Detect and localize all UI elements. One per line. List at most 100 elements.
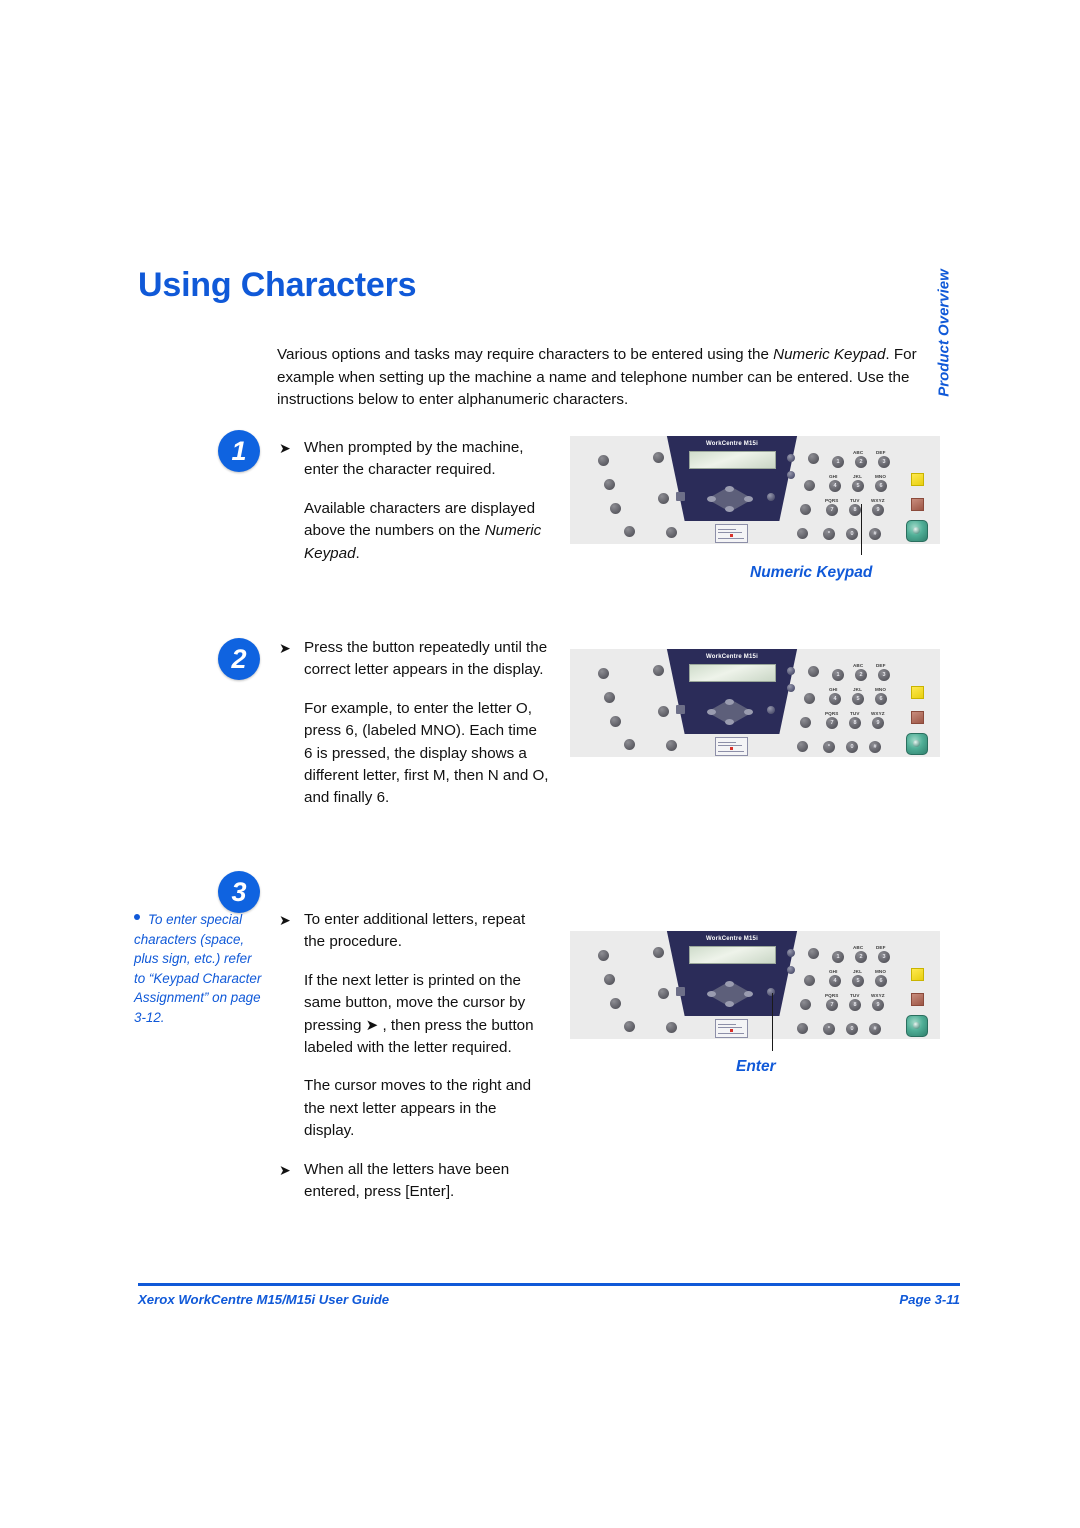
- navpad-down-icon[interactable]: [725, 506, 734, 512]
- key-star[interactable]: *: [823, 528, 835, 540]
- left-button-2[interactable]: [604, 692, 615, 703]
- key-5[interactable]: 5: [852, 693, 864, 705]
- navpad-left-icon[interactable]: [707, 991, 716, 997]
- left-button-2[interactable]: [604, 974, 615, 985]
- enter-button-1[interactable]: [767, 493, 775, 501]
- right-button-2[interactable]: [804, 975, 815, 986]
- enter-button-2[interactable]: [767, 706, 775, 714]
- yellow-clear-button-3[interactable]: [911, 968, 924, 981]
- key-3[interactable]: 3: [878, 456, 890, 468]
- yellow-clear-button-1[interactable]: [911, 473, 924, 486]
- green-start-button-3[interactable]: [906, 1015, 928, 1037]
- key-7[interactable]: 7: [826, 717, 838, 729]
- key-7[interactable]: 7: [826, 504, 838, 516]
- navigation-pad-3[interactable]: [707, 981, 753, 1007]
- key-9[interactable]: 9: [872, 999, 884, 1011]
- key-8[interactable]: 8: [849, 717, 861, 729]
- key-0[interactable]: 0: [846, 1023, 858, 1035]
- left-button-1[interactable]: [598, 668, 609, 679]
- navigation-pad-2[interactable]: [707, 699, 753, 725]
- left-button-7[interactable]: [666, 527, 677, 538]
- navpad-down-icon[interactable]: [725, 1001, 734, 1007]
- left-button-4[interactable]: [624, 739, 635, 750]
- green-start-button-1[interactable]: [906, 520, 928, 542]
- key-2[interactable]: 2: [855, 669, 867, 681]
- key-1[interactable]: 1: [832, 951, 844, 963]
- key-1[interactable]: 1: [832, 456, 844, 468]
- left-button-6[interactable]: [658, 988, 669, 999]
- left-button-1[interactable]: [598, 455, 609, 466]
- navpad-right-icon[interactable]: [744, 991, 753, 997]
- left-button-4[interactable]: [624, 1021, 635, 1032]
- red-stop-button-3[interactable]: [911, 993, 924, 1006]
- left-button-6[interactable]: [658, 493, 669, 504]
- key-0[interactable]: 0: [846, 528, 858, 540]
- menu-square-button-1[interactable]: [676, 492, 685, 501]
- soft-button-bottom-3[interactable]: [787, 966, 795, 974]
- key-hash[interactable]: #: [869, 1023, 881, 1035]
- navpad-left-icon[interactable]: [707, 709, 716, 715]
- soft-button-bottom-1[interactable]: [787, 471, 795, 479]
- key-6[interactable]: 6: [875, 693, 887, 705]
- left-button-4[interactable]: [624, 526, 635, 537]
- right-button-1[interactable]: [808, 666, 819, 677]
- key-0[interactable]: 0: [846, 741, 858, 753]
- key-4[interactable]: 4: [829, 480, 841, 492]
- key-2[interactable]: 2: [855, 951, 867, 963]
- left-button-5[interactable]: [653, 947, 664, 958]
- navpad-up-icon[interactable]: [725, 486, 734, 492]
- key-8[interactable]: 8: [849, 504, 861, 516]
- key-6[interactable]: 6: [875, 480, 887, 492]
- menu-square-button-3[interactable]: [676, 987, 685, 996]
- red-stop-button-1[interactable]: [911, 498, 924, 511]
- key-8[interactable]: 8: [849, 999, 861, 1011]
- right-button-2[interactable]: [804, 693, 815, 704]
- right-button-3[interactable]: [800, 999, 811, 1010]
- left-button-3[interactable]: [610, 998, 621, 1009]
- left-button-3[interactable]: [610, 716, 621, 727]
- key-3[interactable]: 3: [878, 951, 890, 963]
- key-9[interactable]: 9: [872, 504, 884, 516]
- key-star[interactable]: *: [823, 1023, 835, 1035]
- right-button-3[interactable]: [800, 504, 811, 515]
- left-button-7[interactable]: [666, 740, 677, 751]
- left-button-6[interactable]: [658, 706, 669, 717]
- soft-button-top-2[interactable]: [787, 667, 795, 675]
- green-start-button-2[interactable]: [906, 733, 928, 755]
- menu-square-button-2[interactable]: [676, 705, 685, 714]
- navpad-left-icon[interactable]: [707, 496, 716, 502]
- left-button-3[interactable]: [610, 503, 621, 514]
- key-star[interactable]: *: [823, 741, 835, 753]
- navpad-up-icon[interactable]: [725, 981, 734, 987]
- left-button-5[interactable]: [653, 665, 664, 676]
- navpad-down-icon[interactable]: [725, 719, 734, 725]
- key-4[interactable]: 4: [829, 975, 841, 987]
- right-button-3[interactable]: [800, 717, 811, 728]
- key-5[interactable]: 5: [852, 975, 864, 987]
- key-hash[interactable]: #: [869, 741, 881, 753]
- enter-button-3[interactable]: [767, 988, 775, 996]
- key-9[interactable]: 9: [872, 717, 884, 729]
- left-button-7[interactable]: [666, 1022, 677, 1033]
- key-4[interactable]: 4: [829, 693, 841, 705]
- right-button-2[interactable]: [804, 480, 815, 491]
- left-button-1[interactable]: [598, 950, 609, 961]
- key-5[interactable]: 5: [852, 480, 864, 492]
- left-button-2[interactable]: [604, 479, 615, 490]
- right-button-4[interactable]: [797, 1023, 808, 1034]
- navigation-pad-1[interactable]: [707, 486, 753, 512]
- yellow-clear-button-2[interactable]: [911, 686, 924, 699]
- key-3[interactable]: 3: [878, 669, 890, 681]
- key-hash[interactable]: #: [869, 528, 881, 540]
- soft-button-top-1[interactable]: [787, 454, 795, 462]
- key-2[interactable]: 2: [855, 456, 867, 468]
- key-1[interactable]: 1: [832, 669, 844, 681]
- key-6[interactable]: 6: [875, 975, 887, 987]
- navpad-up-icon[interactable]: [725, 699, 734, 705]
- right-button-4[interactable]: [797, 528, 808, 539]
- left-button-5[interactable]: [653, 452, 664, 463]
- navpad-right-icon[interactable]: [744, 496, 753, 502]
- right-button-1[interactable]: [808, 948, 819, 959]
- right-button-1[interactable]: [808, 453, 819, 464]
- soft-button-top-3[interactable]: [787, 949, 795, 957]
